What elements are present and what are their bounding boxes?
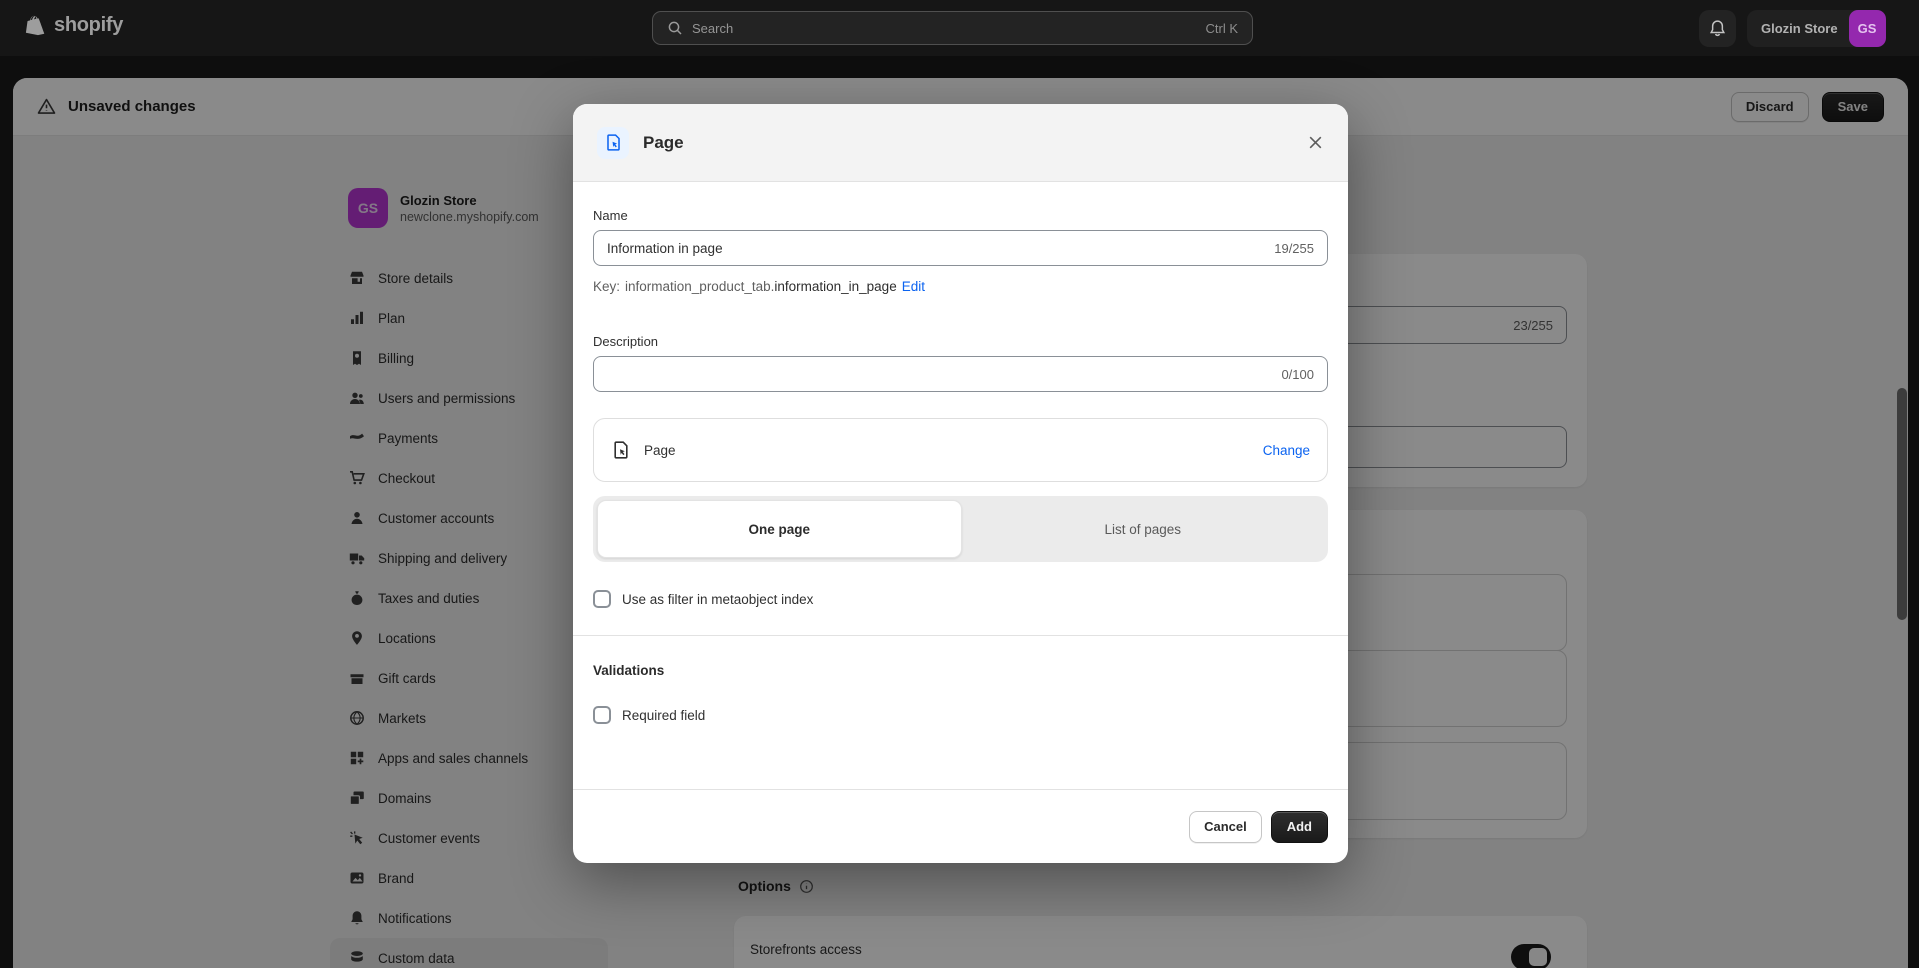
- modal-footer: Cancel Add: [573, 789, 1348, 863]
- add-button[interactable]: Add: [1271, 811, 1328, 843]
- required-checkbox[interactable]: [593, 706, 611, 724]
- store-avatar: GS: [1849, 10, 1886, 47]
- name-counter: 19/255: [1274, 241, 1327, 256]
- section-divider: [573, 635, 1348, 636]
- global-search-input[interactable]: Search Ctrl K: [652, 11, 1253, 45]
- page-type-icon-badge: [597, 127, 629, 159]
- search-placeholder: Search: [692, 21, 1197, 36]
- edit-key-link[interactable]: Edit: [902, 279, 925, 294]
- modal-header: Page: [573, 104, 1348, 182]
- modal-body: Name 19/255 Key: information_product_tab…: [573, 182, 1348, 724]
- key-label: Key:: [593, 279, 620, 294]
- close-icon[interactable]: [1307, 134, 1324, 151]
- required-checkbox-row: Required field: [593, 706, 1328, 724]
- shopify-bag-icon: [24, 14, 47, 37]
- name-field-wrap: 19/255: [593, 230, 1328, 266]
- notifications-button[interactable]: [1699, 10, 1736, 47]
- description-input[interactable]: [594, 367, 1281, 382]
- selected-type-card: Page Change: [593, 418, 1328, 482]
- page-mode-segmented-control: One page List of pages: [593, 496, 1328, 562]
- selected-type-name: Page: [644, 443, 1263, 458]
- store-menu-button[interactable]: Glozin Store GS: [1747, 10, 1886, 47]
- shopify-admin-screen: shopify Search Ctrl K Glozin Store GS Un…: [0, 0, 1919, 968]
- page-doc-icon: [611, 440, 631, 460]
- validations-title: Validations: [593, 663, 1328, 678]
- tab-one-page[interactable]: One page: [597, 500, 962, 558]
- bell-icon: [1708, 19, 1727, 38]
- shopify-wordmark: shopify: [54, 14, 123, 37]
- name-input[interactable]: [594, 241, 1274, 256]
- description-field-wrap: 0/100: [593, 356, 1328, 392]
- filter-checkbox-row: Use as filter in metaobject index: [593, 590, 1328, 608]
- description-block: Description 0/100: [593, 334, 1328, 392]
- filter-checkbox[interactable]: [593, 590, 611, 608]
- tab-list-of-pages[interactable]: List of pages: [962, 500, 1325, 558]
- topbar: shopify Search Ctrl K Glozin Store GS: [0, 0, 1919, 56]
- key-suffix: information_in_page: [774, 279, 896, 294]
- description-counter: 0/100: [1281, 367, 1327, 382]
- cancel-button[interactable]: Cancel: [1189, 811, 1262, 843]
- key-prefix: information_product_tab.: [625, 279, 774, 294]
- modal-title: Page: [643, 133, 1307, 153]
- topbar-store-name: Glozin Store: [1761, 21, 1838, 36]
- page-doc-icon: [604, 133, 623, 152]
- key-value: information_product_tab.information_in_p…: [625, 279, 897, 294]
- page-field-modal: Page Name 19/255 Key: information_produc…: [573, 104, 1348, 863]
- key-row: Key: information_product_tab.information…: [593, 279, 1328, 294]
- required-checkbox-label: Required field: [622, 708, 705, 723]
- change-type-link[interactable]: Change: [1263, 443, 1310, 458]
- search-shortcut: Ctrl K: [1206, 21, 1239, 36]
- filter-checkbox-label: Use as filter in metaobject index: [622, 592, 813, 607]
- search-icon: [667, 20, 683, 36]
- description-label: Description: [593, 334, 1328, 349]
- name-label: Name: [593, 208, 1328, 223]
- shopify-logo[interactable]: shopify: [24, 14, 123, 37]
